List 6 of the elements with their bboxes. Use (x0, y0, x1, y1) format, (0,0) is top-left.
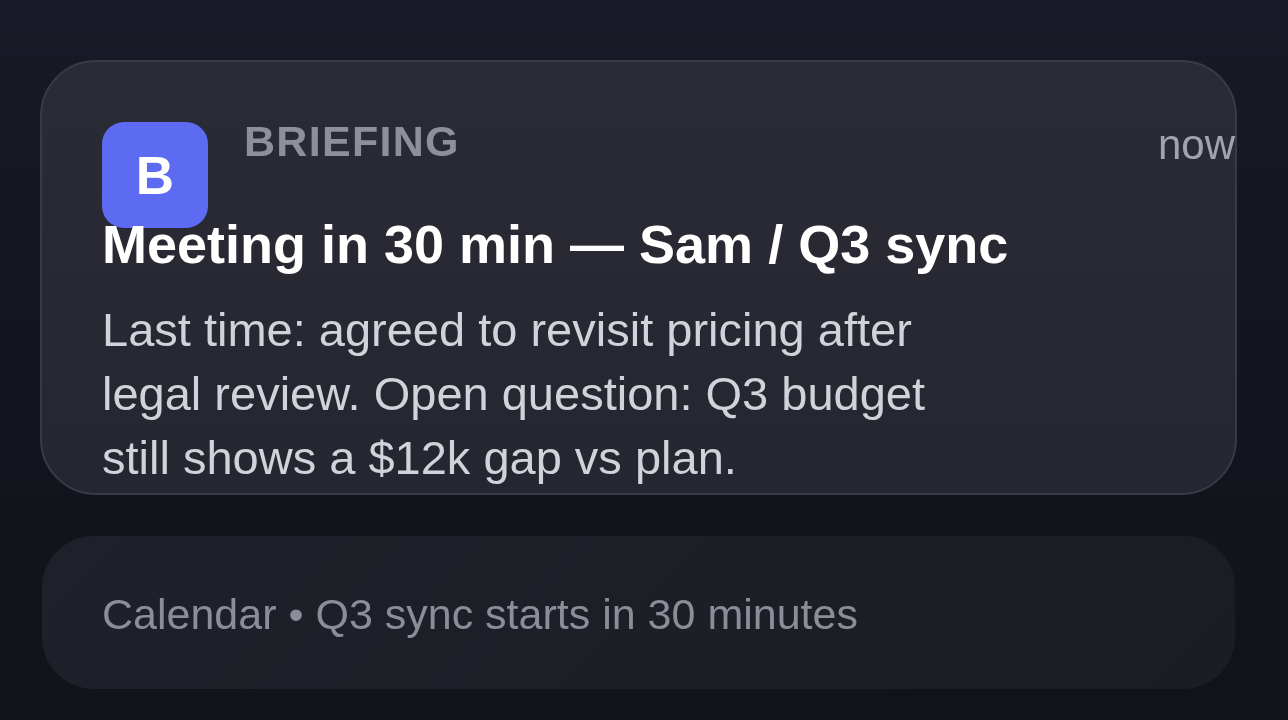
notification-text: Calendar • Q3 sync starts in 30 minutes (102, 590, 858, 639)
notification-card[interactable]: B BRIEFING now Meeting in 30 min — Sam / Q3 sync Last time: agreed to revisit pricing after legal review. Open question: Q3 budget still shows a $12k gap vs plan. (40, 60, 1237, 495)
app-name: BRIEFING (244, 117, 460, 166)
notification-body: Last time: agreed to revisit pricing after legal review. Open question: Q3 budget still shows a $12k gap vs plan. (102, 302, 927, 486)
timestamp: now (1157, 121, 1235, 169)
secondary-notification[interactable]: Calendar • Q3 sync starts in 30 minutes (42, 536, 1235, 689)
